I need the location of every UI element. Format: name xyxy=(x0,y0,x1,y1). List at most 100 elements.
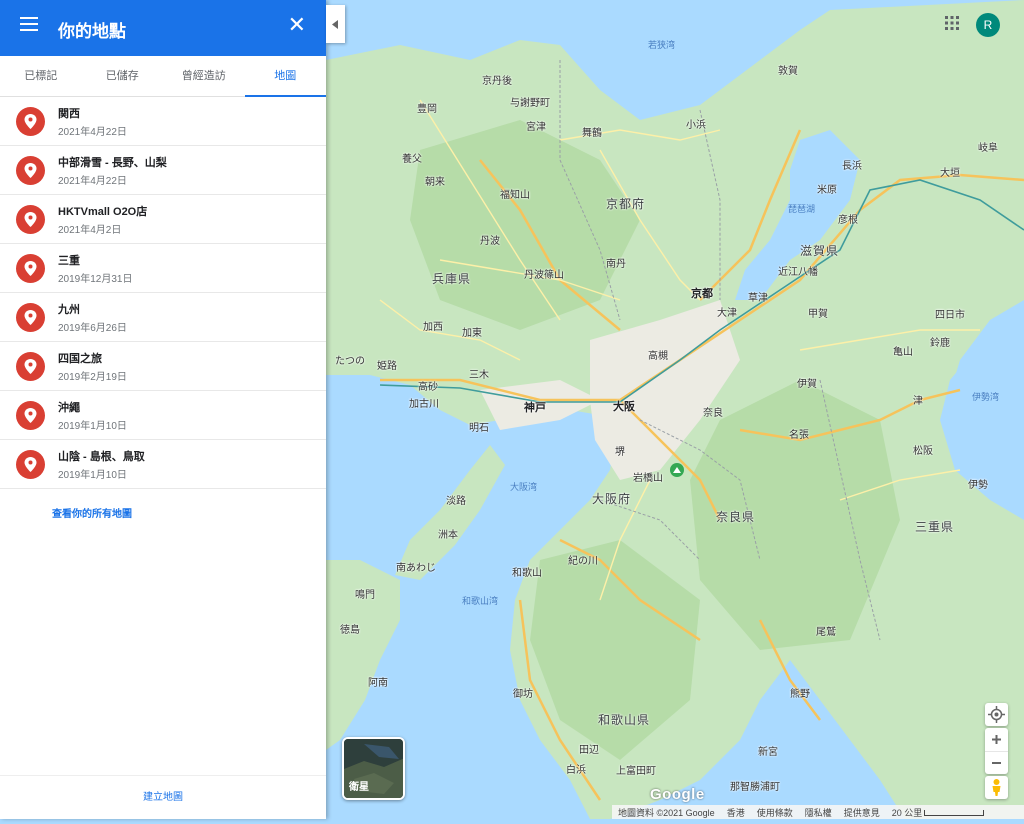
collapse-panel-button[interactable] xyxy=(326,5,345,43)
tab-labeled[interactable]: 已標記 xyxy=(0,56,82,96)
map-label-kumano[interactable]: 熊野 xyxy=(790,685,810,700)
list-item[interactable]: 中部滑雪 - 長野、山梨 2021年4月22日 xyxy=(0,146,326,195)
map-label-nabari[interactable]: 名張 xyxy=(789,426,809,441)
map-label-osaka-pref[interactable]: 大阪府 xyxy=(592,490,631,507)
map-label-kakogawa[interactable]: 加古川 xyxy=(409,395,439,410)
map-label-takatsuki[interactable]: 高槻 xyxy=(648,347,668,362)
map-label-koka[interactable]: 甲賀 xyxy=(808,305,828,320)
list-item[interactable]: 四国之旅 2019年2月19日 xyxy=(0,342,326,391)
map-label-miyazu[interactable]: 宮津 xyxy=(526,118,546,133)
feedback-link[interactable]: 提供意見 xyxy=(844,806,880,819)
map-label-nara[interactable]: 奈良 xyxy=(703,404,723,419)
region-link[interactable]: 香港 xyxy=(727,806,745,819)
map-label-suzuka[interactable]: 鈴鹿 xyxy=(930,334,950,349)
map-label-hikone[interactable]: 彦根 xyxy=(838,211,858,226)
my-location-button[interactable] xyxy=(985,703,1008,726)
map-label-ogaki[interactable]: 大垣 xyxy=(940,164,960,179)
map-label-wakayama[interactable]: 和歌山 xyxy=(512,564,542,579)
map-label-owase[interactable]: 尾鷲 xyxy=(816,623,836,638)
map-label-maizuru[interactable]: 舞鶴 xyxy=(582,124,602,139)
map-label-tatsuno[interactable]: たつの xyxy=(335,352,365,367)
scale-label[interactable]: 20 公里 xyxy=(892,806,985,819)
map-label-yabu[interactable]: 養父 xyxy=(402,150,422,165)
map-label-kato[interactable]: 加東 xyxy=(462,324,482,339)
map-label-anan[interactable]: 阿南 xyxy=(368,674,388,689)
map-label-kobe[interactable]: 神戸 xyxy=(524,399,546,415)
account-avatar[interactable]: R xyxy=(976,13,1000,37)
map-label-matsusaka[interactable]: 松阪 xyxy=(913,442,933,457)
map-label-gifu[interactable]: 岐阜 xyxy=(978,139,998,154)
map-label-asago[interactable]: 朝来 xyxy=(425,173,445,188)
zoom-out-button[interactable] xyxy=(985,751,1008,774)
map-label-yosano[interactable]: 与謝野町 xyxy=(510,94,550,109)
zoom-in-button[interactable] xyxy=(985,728,1008,751)
map-label-osaka[interactable]: 大阪 xyxy=(613,398,635,414)
menu-icon[interactable] xyxy=(20,17,38,31)
map-label-kusatsu[interactable]: 草津 xyxy=(748,289,768,304)
map-label-fukuchiyama[interactable]: 福知山 xyxy=(500,186,530,201)
list-item[interactable]: HKTVmall O2O店 2021年4月2日 xyxy=(0,195,326,244)
map-label-yokkaichi[interactable]: 四日市 xyxy=(935,306,965,321)
map-label-nanto[interactable]: 南丹 xyxy=(606,255,626,270)
tab-maps[interactable]: 地圖 xyxy=(244,56,327,97)
map-label-sakai[interactable]: 堺 xyxy=(615,443,625,458)
your-places-panel: 你的地點 ✕ 已標記 已儲存 曾經造訪 地圖 関西 2021年4月22日 中部滑… xyxy=(0,0,326,819)
see-all-maps-link[interactable]: 查看你的所有地圖 xyxy=(52,505,326,520)
map-label-miki[interactable]: 三木 xyxy=(469,366,489,381)
map-label-kasai[interactable]: 加西 xyxy=(423,318,443,333)
map-label-tokushima[interactable]: 徳島 xyxy=(340,621,360,636)
map-label-akashi[interactable]: 明石 xyxy=(469,419,489,434)
map-label-tanabe[interactable]: 田辺 xyxy=(579,741,599,756)
privacy-link[interactable]: 隱私權 xyxy=(805,806,832,819)
map-label-otsu[interactable]: 大津 xyxy=(717,304,737,319)
map-label-himeji[interactable]: 姫路 xyxy=(377,357,397,372)
map-label-kamitonda[interactable]: 上富田町 xyxy=(616,762,656,777)
close-icon[interactable]: ✕ xyxy=(288,13,306,37)
map-label-nagahama[interactable]: 長浜 xyxy=(842,157,862,172)
map-label-iga[interactable]: 伊賀 xyxy=(797,375,817,390)
map-label-maibara[interactable]: 米原 xyxy=(817,181,837,196)
map-label-sasayama[interactable]: 丹波篠山 xyxy=(524,266,564,281)
map-label-awaji[interactable]: 淡路 xyxy=(446,492,466,507)
map-label-ise[interactable]: 伊勢 xyxy=(968,476,988,491)
street-view-pegman-button[interactable] xyxy=(985,776,1008,799)
map-label-tsu[interactable]: 津 xyxy=(913,392,923,407)
map-label-nachikatsuura[interactable]: 那智勝浦町 xyxy=(730,778,780,793)
map-label-nara-pref[interactable]: 奈良県 xyxy=(716,508,755,525)
map-label-mie-pref[interactable]: 三重県 xyxy=(915,518,954,535)
list-item[interactable]: 九州 2019年6月26日 xyxy=(0,293,326,342)
map-label-shirahama[interactable]: 白浜 xyxy=(566,761,586,776)
list-item[interactable]: 山陰 - 島根、鳥取 2019年1月10日 xyxy=(0,440,326,489)
map-label-kyoto[interactable]: 京都 xyxy=(691,285,713,301)
terms-link[interactable]: 使用條款 xyxy=(757,806,793,819)
map-label-kameyama[interactable]: 亀山 xyxy=(893,343,913,358)
map-label-sumoto[interactable]: 洲本 xyxy=(438,526,458,541)
apps-grid-icon[interactable] xyxy=(945,16,959,30)
map-label-shiga-pref[interactable]: 滋賀県 xyxy=(800,242,839,259)
create-map-button[interactable]: 建立地圖 xyxy=(143,792,183,803)
satellite-layer-button[interactable]: 衛星 xyxy=(342,737,405,800)
map-label-naruto[interactable]: 鳴門 xyxy=(355,586,375,601)
map-label-gobo[interactable]: 御坊 xyxy=(513,685,533,700)
map-label-obama[interactable]: 小浜 xyxy=(686,116,706,131)
map-label-ohmihachiman[interactable]: 近江八幡 xyxy=(778,263,818,278)
tab-visited[interactable]: 曾經造訪 xyxy=(163,56,245,96)
map-label-shingu[interactable]: 新宮 xyxy=(758,743,778,758)
map-label-minamiawaji[interactable]: 南あわじ xyxy=(396,559,436,574)
map-label-kyoto-pref[interactable]: 京都府 xyxy=(606,195,645,212)
map-label-wakayama-pref[interactable]: 和歌山県 xyxy=(598,711,650,728)
map-label-hyogo-pref[interactable]: 兵庫県 xyxy=(432,270,471,287)
map-label-kyotango[interactable]: 京丹後 xyxy=(482,72,512,87)
map-label-kinokawa[interactable]: 紀の川 xyxy=(568,552,598,567)
map-label-iwahashi[interactable]: 岩橋山 xyxy=(633,469,663,484)
list-item[interactable]: 関西 2021年4月22日 xyxy=(0,97,326,146)
map-label-tsuruga[interactable]: 敦賀 xyxy=(778,62,798,77)
mountain-marker-icon[interactable] xyxy=(670,463,684,477)
map-label-toyooka[interactable]: 豊岡 xyxy=(417,100,437,115)
map-pin-icon xyxy=(16,401,45,430)
map-label-tamba[interactable]: 丹波 xyxy=(480,232,500,247)
list-item[interactable]: 三重 2019年12月31日 xyxy=(0,244,326,293)
list-item[interactable]: 沖繩 2019年1月10日 xyxy=(0,391,326,440)
tab-saved[interactable]: 已儲存 xyxy=(82,56,164,96)
map-label-takasago[interactable]: 高砂 xyxy=(418,378,438,393)
